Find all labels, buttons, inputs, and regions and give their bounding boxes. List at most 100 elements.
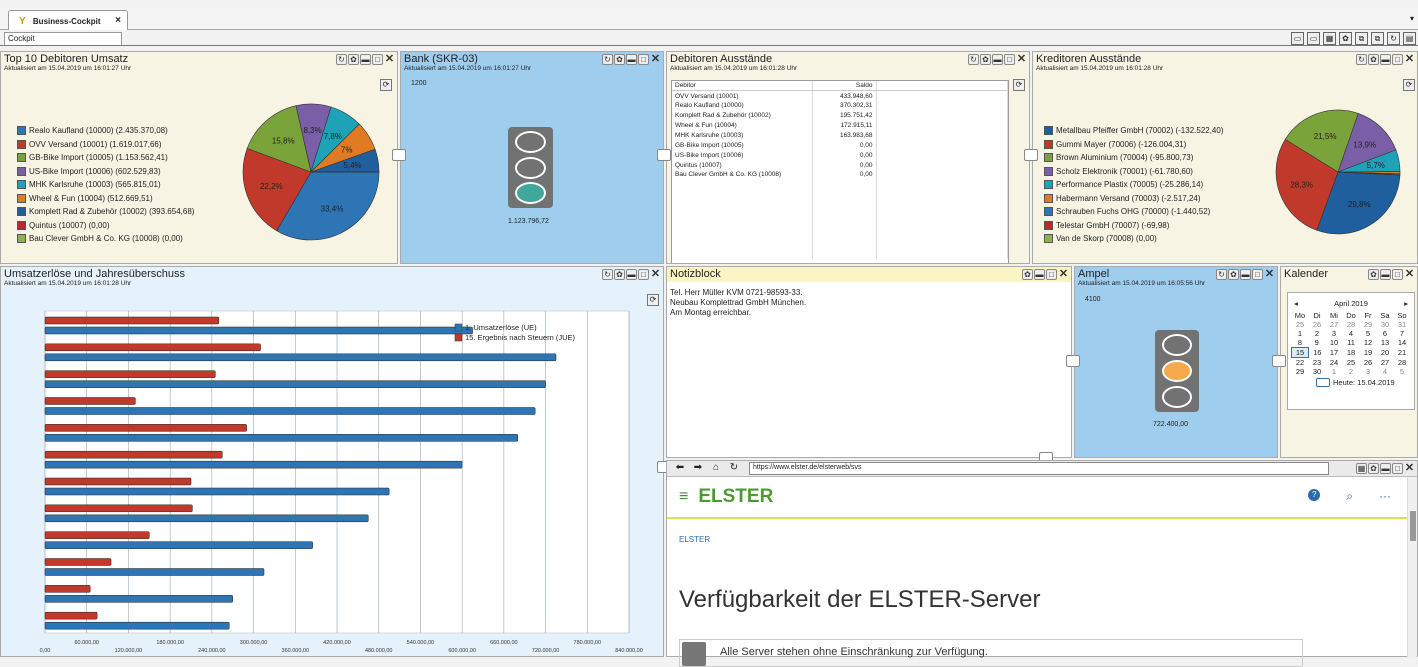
- calendar-day[interactable]: 27: [1377, 358, 1394, 368]
- grid-icon[interactable]: ▦: [1356, 463, 1367, 474]
- calendar-day[interactable]: 30: [1309, 367, 1326, 376]
- calendar-day[interactable]: 5: [1360, 329, 1377, 338]
- gear-icon[interactable]: ✿: [614, 269, 625, 280]
- close-icon[interactable]: ✕: [1016, 54, 1027, 65]
- tab-business-cockpit[interactable]: Y Business-Cockpit ×: [8, 10, 128, 30]
- gear-icon[interactable]: ✿: [1339, 32, 1352, 45]
- print-icon[interactable]: ▬: [1380, 463, 1391, 474]
- calendar-day[interactable]: 3: [1360, 367, 1377, 376]
- calendar-day[interactable]: 23: [1309, 358, 1326, 368]
- gear-icon[interactable]: ✿: [348, 54, 359, 65]
- table-row[interactable]: GB-Bike Import (10005)0,00: [672, 140, 1008, 150]
- calendar-day[interactable]: 28: [1343, 320, 1360, 329]
- layout-icon[interactable]: ▭: [1307, 32, 1320, 45]
- export-icon[interactable]: ⧉: [1371, 32, 1384, 45]
- refresh-icon[interactable]: ↻: [602, 269, 613, 280]
- calendar-day[interactable]: 8: [1292, 338, 1309, 348]
- refresh-icon[interactable]: ↻: [968, 54, 979, 65]
- table-row[interactable]: Quintus (10007)0,00: [672, 160, 1008, 170]
- more-icon[interactable]: ···: [1379, 489, 1391, 504]
- refresh-icon[interactable]: ⟳: [380, 79, 392, 91]
- maximize-icon[interactable]: □: [638, 269, 649, 280]
- calendar-day[interactable]: 26: [1309, 320, 1326, 329]
- close-icon[interactable]: ✕: [1058, 269, 1069, 280]
- refresh-icon[interactable]: ↻: [1356, 54, 1367, 65]
- close-icon[interactable]: ✕: [650, 269, 661, 280]
- refresh-icon[interactable]: ↻: [1216, 269, 1227, 280]
- table-row[interactable]: Wheel & Fun (10004)172.915,11: [672, 121, 1008, 131]
- close-icon[interactable]: ✕: [1404, 269, 1415, 280]
- calendar-day[interactable]: 26: [1360, 358, 1377, 368]
- table-row[interactable]: US-Bike Import (10006)0,00: [672, 150, 1008, 160]
- calendar-day[interactable]: 4: [1343, 329, 1360, 338]
- close-icon[interactable]: ✕: [650, 54, 661, 65]
- calendar-day[interactable]: 20: [1377, 348, 1394, 358]
- maximize-icon[interactable]: □: [638, 54, 649, 65]
- maximize-icon[interactable]: □: [1392, 463, 1403, 474]
- calendar-day[interactable]: 29: [1360, 320, 1377, 329]
- calendar-day[interactable]: 2: [1343, 367, 1360, 376]
- close-icon[interactable]: ✕: [1404, 463, 1415, 474]
- refresh-icon[interactable]: ↻: [1387, 32, 1400, 45]
- refresh-icon[interactable]: ⟳: [1403, 79, 1415, 91]
- calendar-day[interactable]: 4: [1377, 367, 1394, 376]
- calendar-day[interactable]: 1: [1292, 329, 1309, 338]
- table-row[interactable]: Komplett Rad & Zubehör (10002)195.751,42: [672, 111, 1008, 121]
- close-icon[interactable]: ✕: [1264, 269, 1275, 280]
- calendar-day[interactable]: 2: [1309, 329, 1326, 338]
- gear-icon[interactable]: ✿: [1368, 54, 1379, 65]
- layout-icon[interactable]: ▭: [1291, 32, 1304, 45]
- calendar-day[interactable]: 18: [1343, 348, 1360, 358]
- table-row[interactable]: Bau Clever GmbH & Co. KG (10008)0,00: [672, 170, 1008, 180]
- table-row[interactable]: OVV Versand (10001)433.948,60: [672, 91, 1008, 101]
- gear-icon[interactable]: ✿: [1228, 269, 1239, 280]
- print-icon[interactable]: ▬: [1034, 269, 1045, 280]
- refresh-icon[interactable]: ⟳: [1013, 79, 1025, 91]
- gear-icon[interactable]: ✿: [1022, 269, 1033, 280]
- calendar-day[interactable]: 13: [1377, 338, 1394, 348]
- gear-icon[interactable]: ✿: [1368, 463, 1379, 474]
- forward-icon[interactable]: ➡: [691, 462, 705, 475]
- maximize-icon[interactable]: □: [1252, 269, 1263, 280]
- calendar-day[interactable]: 25: [1292, 320, 1309, 329]
- calendar-day[interactable]: 27: [1326, 320, 1343, 329]
- refresh-icon[interactable]: ↻: [602, 54, 613, 65]
- calendar-day[interactable]: 31: [1394, 320, 1411, 329]
- print-icon[interactable]: ▬: [1380, 269, 1391, 280]
- calendar-day[interactable]: 21: [1394, 348, 1411, 358]
- print-icon[interactable]: ▬: [1380, 54, 1391, 65]
- close-icon[interactable]: ✕: [384, 54, 395, 65]
- maximize-icon[interactable]: □: [372, 54, 383, 65]
- maximize-icon[interactable]: □: [1046, 269, 1057, 280]
- menu-icon[interactable]: ≡: [679, 488, 688, 506]
- today-link[interactable]: Heute: 15.04.2019: [1288, 376, 1414, 387]
- url-input[interactable]: https://www.elster.de/elsterweb/svs: [749, 462, 1329, 475]
- close-icon[interactable]: ✕: [1404, 54, 1415, 65]
- calendar-day[interactable]: 12: [1360, 338, 1377, 348]
- resize-handle[interactable]: [392, 149, 406, 161]
- table-icon[interactable]: ▤: [1403, 32, 1416, 45]
- calendar-day[interactable]: 6: [1377, 329, 1394, 338]
- calendar-day[interactable]: 24: [1326, 358, 1343, 368]
- maximize-icon[interactable]: □: [1392, 54, 1403, 65]
- refresh-icon[interactable]: ↻: [727, 462, 741, 475]
- calendar-day[interactable]: 3: [1326, 329, 1343, 338]
- gear-icon[interactable]: ✿: [980, 54, 991, 65]
- search-icon[interactable]: ⌕: [1346, 489, 1353, 504]
- refresh-icon[interactable]: ↻: [336, 54, 347, 65]
- grid-icon[interactable]: ▦: [1323, 32, 1336, 45]
- print-icon[interactable]: ▬: [626, 269, 637, 280]
- resize-handle[interactable]: [1066, 355, 1080, 367]
- chevron-down-icon[interactable]: ▾: [1410, 14, 1414, 23]
- breadcrumb[interactable]: ELSTER: [667, 519, 1417, 544]
- calendar-day[interactable]: 29: [1292, 367, 1309, 376]
- tab-cockpit[interactable]: Cockpit: [4, 32, 122, 46]
- next-month-button[interactable]: ▸: [1404, 299, 1408, 308]
- resize-handle[interactable]: [657, 149, 671, 161]
- column-header[interactable]: Debitor: [672, 81, 812, 91]
- resize-handle[interactable]: [1272, 355, 1286, 367]
- calendar-day[interactable]: 10: [1326, 338, 1343, 348]
- back-icon[interactable]: ⬅: [673, 462, 687, 475]
- calendar-day[interactable]: 28: [1394, 358, 1411, 368]
- print-icon[interactable]: ▬: [1240, 269, 1251, 280]
